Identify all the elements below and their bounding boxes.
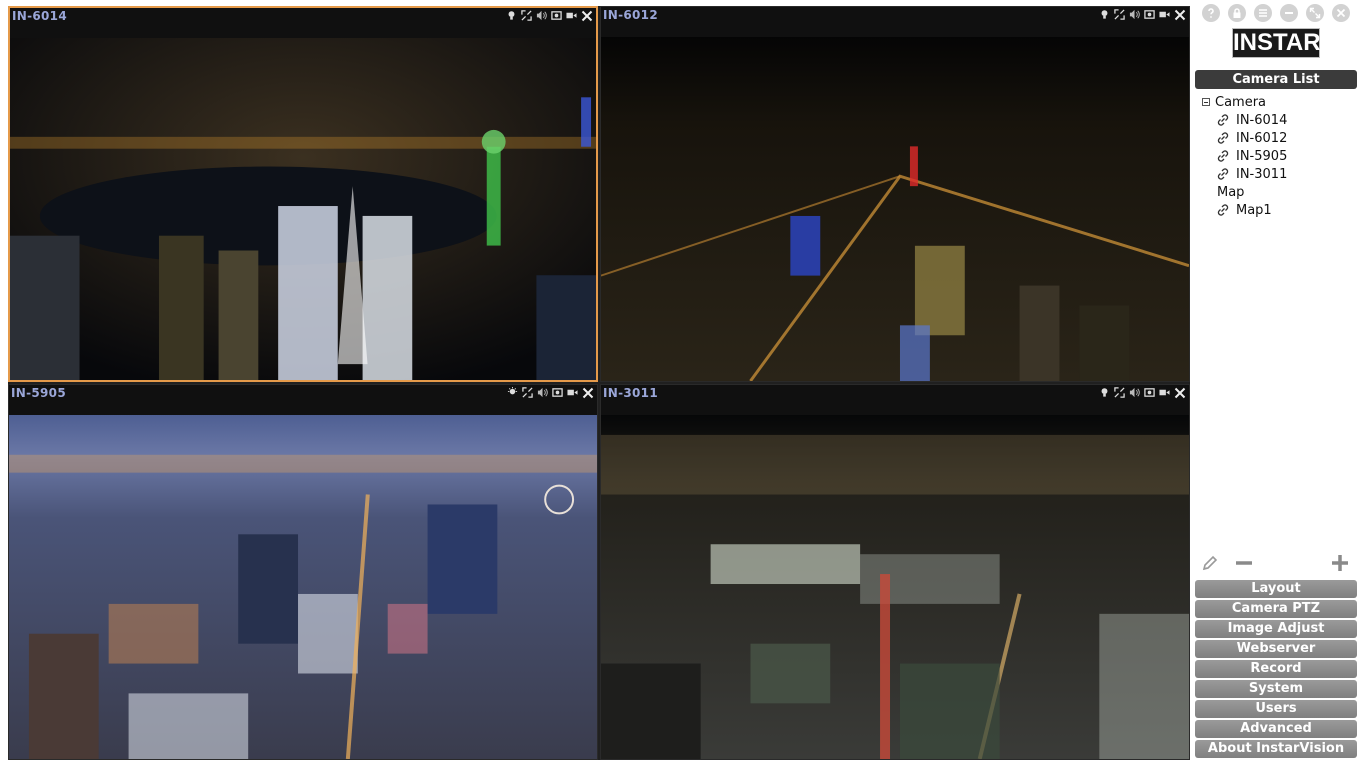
snapshot-icon[interactable] — [551, 10, 562, 21]
edit-toolbar — [1200, 552, 1358, 574]
tile-header: IN-3011 — [601, 385, 1189, 415]
bulb-icon[interactable] — [506, 10, 517, 21]
camera-tree: Camera IN-6014 IN-6012 IN-5905 IN-3011 M… — [1202, 94, 1287, 220]
audio-icon[interactable] — [1129, 9, 1140, 20]
tree-item-in-6014[interactable]: IN-6014 — [1202, 112, 1287, 130]
tile-controls — [1099, 387, 1186, 399]
maximize-icon[interactable] — [1306, 4, 1324, 22]
fullscreen-icon[interactable] — [521, 10, 532, 21]
close-icon[interactable] — [1174, 387, 1186, 399]
tile-controls — [507, 387, 594, 399]
help-icon[interactable] — [1202, 4, 1220, 22]
snapshot-icon[interactable] — [552, 387, 563, 398]
bulb-icon[interactable] — [507, 387, 518, 398]
camera-name: IN-3011 — [603, 386, 658, 400]
lock-icon[interactable] — [1228, 4, 1246, 22]
minus-icon[interactable] — [1234, 553, 1254, 573]
tree-item-label: Map1 — [1236, 203, 1272, 218]
close-icon[interactable] — [581, 10, 593, 22]
link-icon — [1216, 167, 1230, 181]
camera-tile-2[interactable]: IN-6012 — [600, 6, 1190, 382]
fullscreen-icon[interactable] — [1114, 387, 1125, 398]
tile-header: IN-6014 — [10, 8, 596, 38]
link-icon — [1216, 149, 1230, 163]
users-button[interactable]: Users — [1195, 700, 1357, 718]
record-icon[interactable] — [566, 10, 577, 21]
tree-group-camera[interactable]: Camera — [1202, 94, 1287, 112]
fullscreen-icon[interactable] — [1114, 9, 1125, 20]
camera-name: IN-6012 — [603, 8, 658, 22]
about-button[interactable]: About InstarVision — [1195, 740, 1357, 758]
bulb-icon[interactable] — [1099, 9, 1110, 20]
tree-item-in-6012[interactable]: IN-6012 — [1202, 130, 1287, 148]
camera-feed[interactable] — [601, 415, 1189, 759]
window-controls — [1202, 4, 1350, 22]
audio-icon[interactable] — [537, 387, 548, 398]
snapshot-icon[interactable] — [1144, 387, 1155, 398]
tree-item-label: IN-6014 — [1236, 113, 1288, 128]
record-icon[interactable] — [1159, 387, 1170, 398]
close-icon[interactable] — [582, 387, 594, 399]
link-icon — [1216, 203, 1230, 217]
pencil-icon[interactable] — [1200, 553, 1220, 573]
collapse-icon[interactable] — [1202, 97, 1210, 106]
audio-icon[interactable] — [1129, 387, 1140, 398]
record-button[interactable]: Record — [1195, 660, 1357, 678]
audio-icon[interactable] — [536, 10, 547, 21]
snapshot-icon[interactable] — [1144, 9, 1155, 20]
tile-controls — [506, 10, 593, 22]
link-icon — [1216, 131, 1230, 145]
tree-item-in-3011[interactable]: IN-3011 — [1202, 166, 1287, 184]
webserver-button[interactable]: Webserver — [1195, 640, 1357, 658]
close-icon[interactable] — [1174, 9, 1186, 21]
record-icon[interactable] — [1159, 9, 1170, 20]
camera-name: IN-6014 — [12, 9, 67, 23]
menu-icon[interactable] — [1254, 4, 1272, 22]
camera-list-header[interactable]: Camera List — [1195, 70, 1357, 89]
tree-group-label: Map — [1217, 185, 1245, 200]
camera-tile-3[interactable]: IN-5905 — [8, 384, 598, 760]
tree-group-map[interactable]: Map — [1202, 184, 1287, 202]
tree-item-map1[interactable]: Map1 — [1202, 202, 1287, 220]
camera-grid: IN-6014 IN-6012 IN-5905 IN-3011 — [8, 6, 1190, 760]
fullscreen-icon[interactable] — [522, 387, 533, 398]
layout-button[interactable]: Layout — [1195, 580, 1357, 598]
tile-header: IN-6012 — [601, 7, 1189, 37]
camera-feed[interactable] — [601, 37, 1189, 381]
instar-logo: INSTAR — [1232, 28, 1321, 58]
close-icon[interactable] — [1332, 4, 1350, 22]
image-adjust-button[interactable]: Image Adjust — [1195, 620, 1357, 638]
camera-feed[interactable] — [9, 415, 597, 759]
minimize-icon[interactable] — [1280, 4, 1298, 22]
camera-feed[interactable] — [10, 38, 596, 380]
record-icon[interactable] — [567, 387, 578, 398]
tree-item-in-5905[interactable]: IN-5905 — [1202, 148, 1287, 166]
system-button[interactable]: System — [1195, 680, 1357, 698]
side-panel: INSTAR Camera List Camera IN-6014 IN-601… — [1192, 0, 1366, 768]
tree-item-label: IN-5905 — [1236, 149, 1288, 164]
camera-tile-4[interactable]: IN-3011 — [600, 384, 1190, 760]
bulb-icon[interactable] — [1099, 387, 1110, 398]
tree-item-label: IN-3011 — [1236, 167, 1288, 182]
link-icon — [1216, 113, 1230, 127]
tree-item-label: IN-6012 — [1236, 131, 1288, 146]
tile-header: IN-5905 — [9, 385, 597, 415]
advanced-button[interactable]: Advanced — [1195, 720, 1357, 738]
camera-tile-1[interactable]: IN-6014 — [8, 6, 598, 382]
plus-icon[interactable] — [1330, 553, 1350, 573]
camera-ptz-button[interactable]: Camera PTZ — [1195, 600, 1357, 618]
main-menu: Layout Camera PTZ Image Adjust Webserver… — [1195, 580, 1357, 760]
tile-controls — [1099, 9, 1186, 21]
tree-group-label: Camera — [1215, 95, 1267, 110]
camera-name: IN-5905 — [11, 386, 66, 400]
